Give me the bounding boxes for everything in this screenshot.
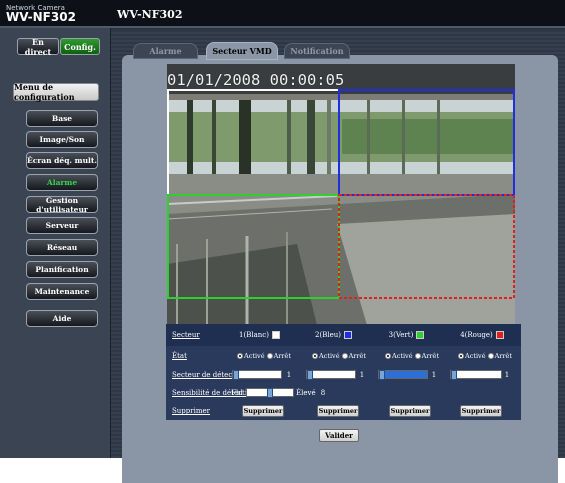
state-row: État Activé Arrêt Activé Arrêt Activé Ar… [166,346,521,366]
menu-title: Menu de configuration [13,82,99,102]
white-swatch [271,331,280,339]
blue-swatch [343,331,352,339]
app-root: Network Camera WV-NF302 En direct Config… [0,0,565,483]
state-3-off[interactable]: Arrêt [414,352,439,360]
brand-logo: Network Camera WV-NF302 [0,0,111,28]
state-2-off[interactable]: Arrêt [341,352,366,360]
top-bar: WV-NF302 [111,0,565,28]
area-4-value: 1 [504,371,510,379]
sector-1-name: 1(Blanc) [239,331,269,339]
delete-row: Supprimer Supprimer Supprimer Supprimer … [166,402,521,420]
sidebar-item-server[interactable]: Serveur [26,217,98,234]
sidebar-item-network[interactable]: Réseau [26,239,98,256]
video-timestamp: 01/01/2008 00:00:05 [167,71,345,89]
area-3-value: 1 [431,371,437,379]
sector-label: Secteur [172,331,200,339]
state-3-radios: Activé Arrêt [376,346,448,366]
tab-alarm[interactable]: Alarme [133,43,198,59]
sector-4-name: 4(Rouge) [460,331,493,339]
sensitivity-slider[interactable] [246,388,294,398]
sensitivity-high-label: Élevé [296,389,316,397]
delete-sector-3-button[interactable]: Supprimer [389,405,431,417]
delete-sector-1-button[interactable]: Supprimer [242,405,284,417]
state-1-radios: Activé Arrêt [228,346,300,366]
sidebar-item-image-sound[interactable]: Image/Son [26,131,98,148]
sector-2-name: 2(Bleu) [315,331,341,339]
state-1-on[interactable]: Activé [237,352,265,360]
delete-sector-2-button[interactable]: Supprimer [317,405,359,417]
vmd-settings-table: Secteur 1(Blanc) 2(Bleu) 3(Vert) 4(Rouge… [166,324,521,420]
state-3-on[interactable]: Activé [385,352,413,360]
area-3-slider[interactable] [378,370,428,380]
delete-sector-4-button[interactable]: Supprimer [460,405,502,417]
sector-1-header: 1(Blanc) [222,324,297,346]
config-mode-button[interactable]: Config. [60,38,100,55]
sector-2-header: 2(Bleu) [297,324,370,346]
tab-vmd-area[interactable]: Secteur VMD [206,42,278,60]
sector-3-name: 3(Vert) [388,331,414,339]
area-2-value: 1 [359,371,365,379]
delete-label: Supprimer [172,407,210,415]
sensitivity-value: 8 [320,389,326,397]
state-1-off[interactable]: Arrêt [266,352,291,360]
area-1-value: 1 [286,371,292,379]
green-swatch [416,331,425,339]
tab-notification[interactable]: Notification [284,43,350,59]
state-4-off[interactable]: Arrêt [487,352,512,360]
area-4-slider[interactable] [450,370,502,380]
live-mode-button[interactable]: En direct [17,37,59,57]
sidebar-item-maintenance[interactable]: Maintenance [26,283,98,300]
sensitivity-low-label: Fbl [231,389,243,397]
sidebar-item-help[interactable]: Aide [26,310,98,327]
red-swatch [495,331,504,339]
apply-button[interactable]: Valider [319,429,359,442]
area-1-slider[interactable] [232,370,282,380]
detection-area-row: Secteur de détection 1 1 1 1 [166,366,521,384]
state-2-radios: Activé Arrêt [303,346,375,366]
state-4-radios: Activé Arrêt [449,346,521,366]
sector-3-header: 3(Vert) [370,324,443,346]
sensitivity-row: Sensibilité de détection Fbl Élevé 8 [166,384,521,402]
sidebar-item-schedule[interactable]: Planification [26,261,98,278]
state-2-on[interactable]: Activé [312,352,340,360]
sector-4-header: 4(Rouge) [443,324,521,346]
sidebar-item-user-management[interactable]: Gestion d'utilisateur [26,196,98,214]
camera-video[interactable]: 01/01/2008 00:00:05 [167,64,515,325]
area-2-slider[interactable] [306,370,356,380]
state-4-on[interactable]: Activé [458,352,486,360]
camera-scene [167,64,515,325]
table-header-row: Secteur 1(Blanc) 2(Bleu) 3(Vert) 4(Rouge… [166,324,521,346]
page-title: WV-NF302 [117,8,183,21]
sidebar-item-base[interactable]: Base [26,110,98,127]
brand-model: WV-NF302 [6,10,76,24]
state-label: État [172,352,187,360]
sidebar: Network Camera WV-NF302 En direct Config… [0,0,111,458]
sidebar-item-multiscreen[interactable]: Écran déq. mult. [26,152,98,169]
sidebar-item-alarm[interactable]: Alarme [26,174,98,191]
